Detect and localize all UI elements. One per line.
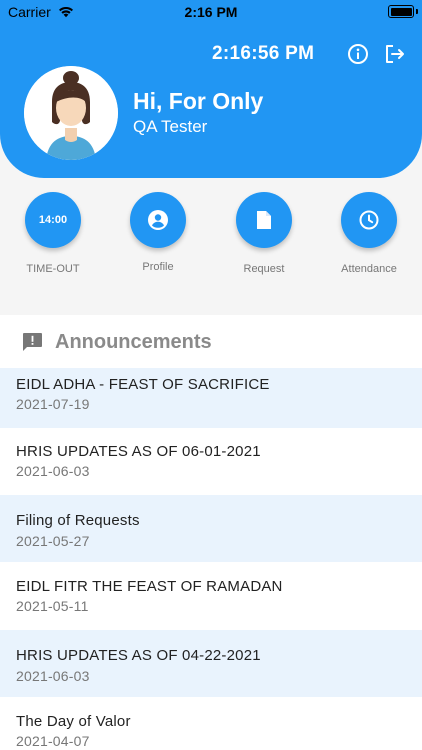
account-circle-icon: [148, 210, 168, 230]
attendance-button[interactable]: Attendance: [329, 192, 409, 275]
announcements-header: Announcements: [0, 315, 422, 368]
profile-header: Carrier 2:16 PM 2:16:56 PM Hi, For Only: [0, 0, 422, 178]
live-clock: 2:16:56 PM: [212, 43, 315, 64]
battery-tip: [416, 9, 418, 14]
announcement-item[interactable]: Filing of Requests 2021-05-27: [0, 495, 422, 562]
battery-icon: [388, 5, 414, 18]
announcement-date: 2021-04-07: [16, 733, 90, 749]
profile-circle[interactable]: [130, 192, 186, 248]
announcement-icon: [23, 333, 42, 351]
announcement-title: The Day of Valor: [16, 713, 131, 730]
avatar-illustration: [24, 66, 118, 160]
status-time: 2:16 PM: [184, 4, 238, 20]
announcement-item[interactable]: EIDL ADHA - FEAST OF SACRIFICE 2021-07-1…: [0, 368, 422, 428]
status-bar: Carrier 2:16 PM: [0, 0, 422, 24]
time-out-button[interactable]: 14:00 TIME-OUT: [13, 192, 93, 275]
request-button[interactable]: Request: [224, 192, 304, 275]
announcement-date: 2021-05-27: [16, 533, 90, 549]
announcement-title: EIDL ADHA - FEAST OF SACRIFICE: [16, 376, 270, 393]
announcements-title: Announcements: [55, 331, 212, 353]
announcement-title: Filing of Requests: [16, 512, 140, 529]
announcement-item[interactable]: HRIS UPDATES AS OF 06-01-2021 2021-06-03: [0, 435, 422, 495]
profile-label: Profile: [142, 261, 174, 273]
announcement-item[interactable]: HRIS UPDATES AS OF 04-22-2021 2021-06-03: [0, 630, 422, 697]
announcement-date: 2021-06-03: [16, 668, 90, 684]
time-out-label: TIME-OUT: [26, 263, 80, 275]
info-icon[interactable]: [347, 43, 369, 65]
avatar: [24, 66, 118, 160]
clock-icon: [359, 210, 379, 230]
request-circle[interactable]: [236, 192, 292, 248]
announcement-item[interactable]: EIDL FITR THE FEAST OF RAMADAN 2021-05-1…: [0, 570, 422, 630]
announcement-item[interactable]: The Day of Valor 2021-04-07: [0, 705, 422, 750]
announcement-date: 2021-06-03: [16, 463, 90, 479]
profile-button[interactable]: Profile: [118, 192, 198, 273]
document-icon: [257, 211, 271, 229]
announcement-title: HRIS UPDATES AS OF 06-01-2021: [16, 443, 261, 460]
announcement-title: EIDL FITR THE FEAST OF RAMADAN: [16, 578, 283, 595]
announcements-panel: Announcements EIDL ADHA - FEAST OF SACRI…: [0, 315, 422, 750]
attendance-label: Attendance: [341, 263, 397, 275]
attendance-circle[interactable]: [341, 192, 397, 248]
announcement-date: 2021-05-11: [16, 598, 89, 614]
announcement-date: 2021-07-19: [16, 396, 90, 412]
announcement-title: HRIS UPDATES AS OF 04-22-2021: [16, 647, 261, 664]
logout-icon[interactable]: [384, 43, 406, 65]
role-text: QA Tester: [133, 117, 208, 136]
time-badge[interactable]: 14:00: [25, 192, 81, 248]
greeting-text: Hi, For Only: [133, 88, 264, 114]
request-label: Request: [243, 263, 285, 275]
